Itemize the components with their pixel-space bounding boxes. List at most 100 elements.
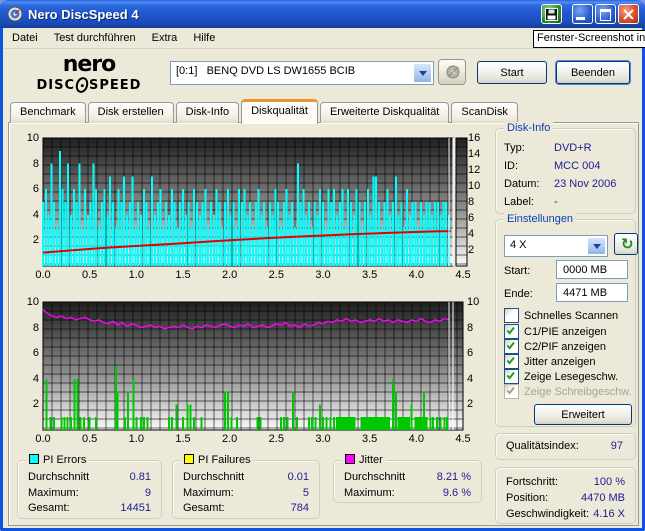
menu-item-extra[interactable]: Extra — [144, 30, 186, 46]
refresh-button[interactable]: ↻ — [614, 233, 638, 255]
checkbox-box[interactable] — [504, 324, 519, 339]
end-field-label: Ende: — [504, 288, 533, 301]
x-axis-tick-label: 3.5 — [357, 269, 383, 281]
menu-item-hilfe[interactable]: Hilfe — [185, 30, 223, 46]
stats-row: Gesamt: 784 — [183, 502, 309, 515]
tab-scandisk[interactable]: ScanDisk — [451, 102, 517, 123]
checkbox-box[interactable] — [504, 354, 519, 369]
quality-label: Qualitätsindex: — [506, 440, 579, 453]
chevron-down-icon[interactable] — [587, 237, 606, 255]
menu-item-datei[interactable]: Datei — [4, 30, 46, 46]
refresh-icon: ↻ — [621, 235, 634, 253]
checkbox-zeige-lesegeschw[interactable]: Zeige Lesegeschw. — [504, 369, 618, 384]
checkbox-jitter-anzeigen[interactable]: Jitter anzeigen — [504, 354, 596, 369]
close-button[interactable] — [618, 4, 639, 24]
stats-value: 0.81 — [130, 471, 151, 484]
disk-info-label: Typ: — [504, 142, 525, 155]
x-axis-tick-label: 3.5 — [357, 433, 383, 445]
checkbox-label: Schnelles Scannen — [524, 310, 618, 322]
disk-info-title: Disk-Info — [504, 122, 553, 135]
disk-info-label: ID: — [504, 160, 518, 173]
checkbox-c2-pif-anzeigen[interactable]: C2/PIF anzeigen — [504, 339, 606, 354]
tab-disk-info[interactable]: Disk-Info — [176, 102, 239, 123]
stats-group-pi-failures: PI FailuresDurchschnitt0.01Maximum:5Gesa… — [172, 460, 320, 519]
checkbox-box[interactable] — [504, 308, 519, 323]
stats-group-pi-errors: PI ErrorsDurchschnitt0.81Maximum:9Gesamt… — [17, 460, 162, 519]
drive-select-value: [0:1] BENQ DVD LS DW1655 BCIB — [176, 65, 355, 77]
settings-group: Einstellungen 4 X ↻ Start: Ende: Erweite… — [495, 219, 636, 427]
start-field[interactable] — [556, 260, 628, 279]
stats-value: 784 — [291, 502, 309, 515]
settings-title: Einstellungen — [504, 213, 576, 226]
disk-info-value: - — [554, 196, 558, 209]
minimize-button[interactable] — [572, 4, 593, 24]
tab-erweiterte-diskqualit-t[interactable]: Erweiterte Diskqualität — [320, 102, 449, 123]
window-title: Nero DiscSpeed 4 — [28, 7, 539, 22]
y-axis-left-tick-label: 8 — [15, 322, 39, 334]
end-field[interactable] — [556, 283, 628, 302]
disk-info-value: MCC 004 — [554, 160, 600, 173]
speed-select[interactable]: 4 X — [504, 235, 608, 257]
y-axis-left-tick-label: 4 — [15, 373, 39, 385]
x-axis-tick-label: 1.5 — [170, 433, 196, 445]
tab-benchmark[interactable]: Benchmark — [10, 102, 86, 123]
checkbox-label: C1/PIE anzeigen — [524, 326, 607, 338]
quality-group: Qualitätsindex: 97 — [495, 433, 636, 460]
stats-value: 9.6 % — [443, 487, 471, 500]
stats-row: Maximum: 9.6 % — [344, 487, 471, 500]
checkbox-box[interactable] — [504, 369, 519, 384]
stats-row: Durchschnitt8.21 % — [344, 471, 471, 484]
y-axis-right-tick-label: 4 — [467, 373, 491, 385]
stats-group-jitter: JitterDurchschnitt8.21 %Maximum:9.6 % — [333, 460, 482, 503]
x-axis-tick-label: 4.0 — [403, 269, 429, 281]
start-button[interactable]: Start — [477, 61, 547, 84]
checkbox-c1-pie-anzeigen[interactable]: C1/PIE anzeigen — [504, 324, 607, 339]
stats-label: Gesamt: — [183, 502, 225, 514]
y-axis-left-tick-label: 6 — [15, 183, 39, 195]
screenshot-floppy-icon — [545, 8, 558, 21]
y-axis-left-tick-label: 4 — [15, 209, 39, 221]
logo-discspeed: DISC SPEED — [30, 77, 148, 93]
y-axis-left-tick-label: 6 — [15, 347, 39, 359]
y-axis-right-tick-label: 8 — [468, 196, 492, 208]
legend-color-icon — [184, 454, 194, 464]
logo-nero: nero — [30, 54, 148, 76]
advanced-button[interactable]: Erweitert — [534, 404, 632, 425]
stats-label: Gesamt: — [28, 502, 70, 514]
speed-select-value: 4 X — [510, 239, 527, 251]
eject-button[interactable] — [438, 59, 466, 85]
legend-color-icon — [29, 454, 39, 464]
progress-value: 4470 MB — [581, 492, 625, 505]
drive-select[interactable]: [0:1] BENQ DVD LS DW1655 BCIB — [170, 61, 434, 85]
x-axis-tick-label: 4.0 — [403, 433, 429, 445]
stats-label: Maximum: — [183, 487, 234, 499]
y-axis-left-tick-label: 10 — [15, 132, 39, 144]
stats-label: Maximum: — [344, 487, 395, 499]
maximize-button[interactable] — [595, 4, 616, 24]
eject-icon — [445, 64, 461, 80]
y-axis-right-tick-label: 16 — [468, 132, 492, 144]
checkbox-label: C2/PIF anzeigen — [524, 341, 606, 353]
chevron-down-icon[interactable] — [413, 63, 432, 83]
disk-info-value: 23 Nov 2006 — [554, 178, 616, 191]
checkbox-schnelles-scannen[interactable]: Schnelles Scannen — [504, 308, 618, 323]
tab-diskqualit-t[interactable]: Diskqualität — [241, 99, 318, 124]
menu-item-test-durchf-hren[interactable]: Test durchführen — [46, 30, 144, 46]
y-axis-left-tick-label: 8 — [15, 158, 39, 170]
stats-value: 14451 — [120, 502, 151, 515]
x-axis-tick-label: 3.0 — [310, 433, 336, 445]
y-axis-right-tick-label: 6 — [467, 347, 491, 359]
checkbox-box[interactable] — [504, 339, 519, 354]
quit-button[interactable]: Beenden — [556, 61, 630, 84]
x-axis-tick-label: 4.5 — [450, 433, 476, 445]
stats-value: 5 — [303, 487, 309, 500]
screenshot-button[interactable] — [541, 4, 562, 24]
x-axis-tick-label: 0.0 — [30, 433, 56, 445]
tab-disk-erstellen[interactable]: Disk erstellen — [88, 102, 174, 123]
stats-row: Durchschnitt0.81 — [28, 471, 151, 484]
quality-value: 97 — [611, 440, 623, 453]
progress-value: 100 % — [594, 476, 625, 489]
pi-errors-und-lesegeschwindigkeit-chart — [42, 137, 469, 267]
stats-row: Gesamt: 14451 — [28, 502, 151, 515]
x-axis-tick-label: 3.0 — [310, 269, 336, 281]
